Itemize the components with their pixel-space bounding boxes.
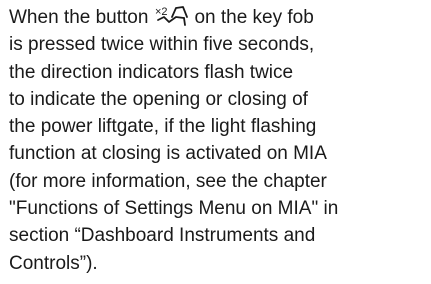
paragraph-line-3: the direction indicators flash twice xyxy=(9,61,294,83)
paragraph-line-1: When the button ×2 on the key fob xyxy=(9,4,429,31)
paragraph-line-7: (for more information, see the chapter xyxy=(9,170,327,192)
paragraph-line-2: is pressed twice within five seconds, xyxy=(9,34,315,56)
paragraph-line-4: to indicate the opening or closing of xyxy=(9,88,308,110)
paragraph-line-8: "Functions of Settings Menu on MIA" in xyxy=(9,198,339,220)
liftgate-twice-press-icon: ×2 xyxy=(155,6,189,26)
line-1-start-text: When the button xyxy=(9,7,149,28)
paragraph-line-9: section “Dashboard Instruments and xyxy=(9,225,316,247)
icon-multiplier-label: ×2 xyxy=(155,6,168,18)
paragraph-line-6: function at closing is activated on MIA xyxy=(9,143,327,165)
line-1-end-text: on the key fob xyxy=(194,7,314,28)
paragraph-line-10: Controls”). xyxy=(9,252,98,274)
paragraph-line-5: the power liftgate, if the light flashin… xyxy=(9,116,317,138)
instruction-paragraph: When the button ×2 on the key fob is pre… xyxy=(9,4,429,277)
